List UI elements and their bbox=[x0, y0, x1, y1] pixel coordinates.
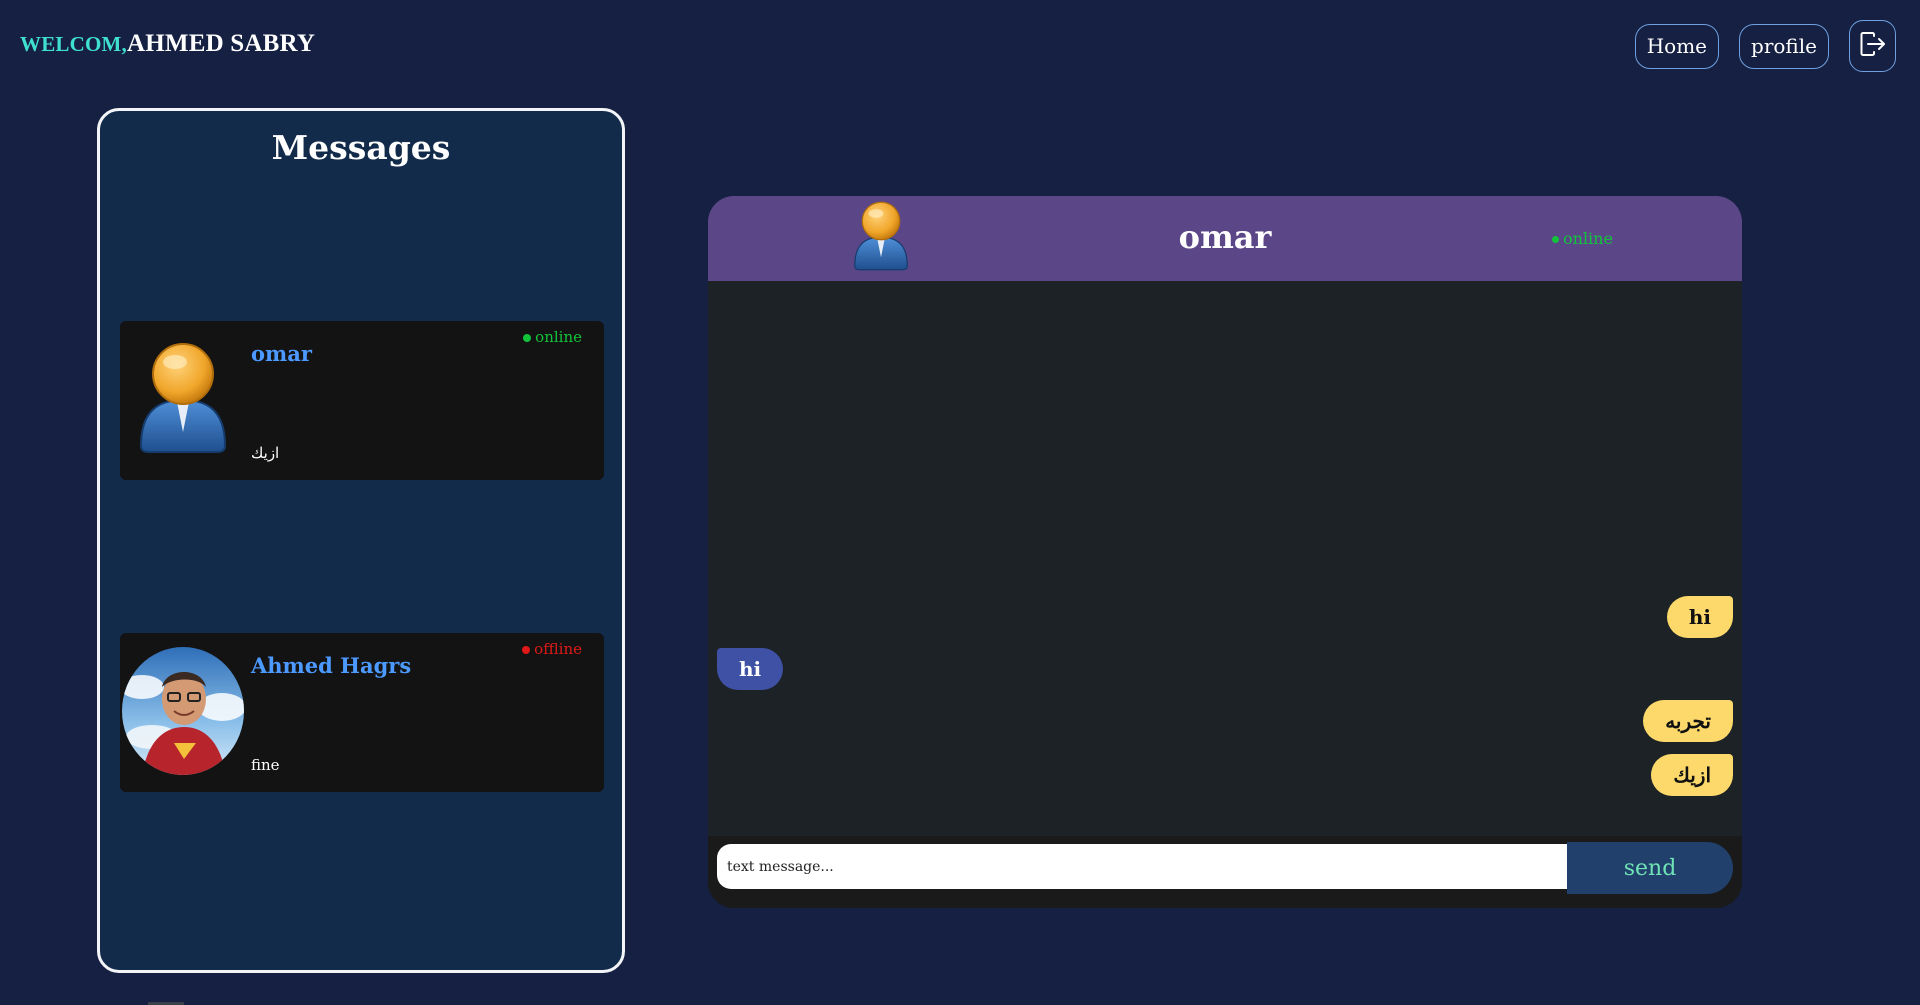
chat-status-badge: online bbox=[1552, 229, 1613, 248]
message-bubble-received: hi bbox=[717, 648, 784, 690]
status-text: offline bbox=[534, 640, 582, 658]
message-input[interactable] bbox=[717, 844, 1567, 889]
contact-name: omar bbox=[251, 341, 312, 366]
offline-dot-icon bbox=[522, 646, 531, 654]
send-button[interactable]: send bbox=[1567, 842, 1733, 894]
messages-panel: Messages omar online ازيك Ahmed Hagrs of… bbox=[97, 108, 625, 973]
user-photo-avatar bbox=[122, 647, 244, 775]
default-user-avatar-icon bbox=[122, 333, 244, 463]
contact-card-ahmed-hagrs[interactable]: Ahmed Hagrs offline fine bbox=[120, 633, 604, 792]
status-badge: offline bbox=[522, 640, 582, 658]
logout-button[interactable] bbox=[1849, 20, 1896, 72]
chat-composer: send bbox=[708, 836, 1742, 908]
contact-card-omar[interactable]: omar online ازيك bbox=[120, 321, 604, 480]
welcome-heading: WELCOM,AHMED SABRY bbox=[20, 30, 315, 58]
chat-status-text: online bbox=[1563, 229, 1613, 248]
welcome-prefix: WELCOM, bbox=[20, 32, 127, 56]
current-user-name: AHMED SABRY bbox=[127, 30, 316, 57]
online-dot-icon bbox=[523, 334, 532, 342]
last-message-preview: fine bbox=[251, 756, 280, 774]
messages-title: Messages bbox=[271, 128, 451, 167]
chat-window: omar online hi hi تجربه ازيك send bbox=[708, 196, 1742, 908]
last-message-preview: ازيك bbox=[251, 444, 280, 462]
message-bubble-sent: تجربه bbox=[1643, 700, 1733, 742]
contact-name: Ahmed Hagrs bbox=[251, 653, 412, 678]
status-badge: online bbox=[523, 328, 582, 346]
message-bubble-sent: ازيك bbox=[1651, 754, 1733, 796]
profile-button[interactable]: profile bbox=[1739, 23, 1829, 69]
status-text: online bbox=[535, 328, 582, 346]
logout-icon bbox=[1860, 31, 1886, 61]
home-button[interactable]: Home bbox=[1634, 23, 1720, 69]
online-dot-icon bbox=[1552, 236, 1559, 243]
chat-header: omar online bbox=[708, 196, 1742, 281]
message-bubble-sent: hi bbox=[1666, 596, 1733, 638]
top-nav: Home profile bbox=[1634, 20, 1896, 72]
